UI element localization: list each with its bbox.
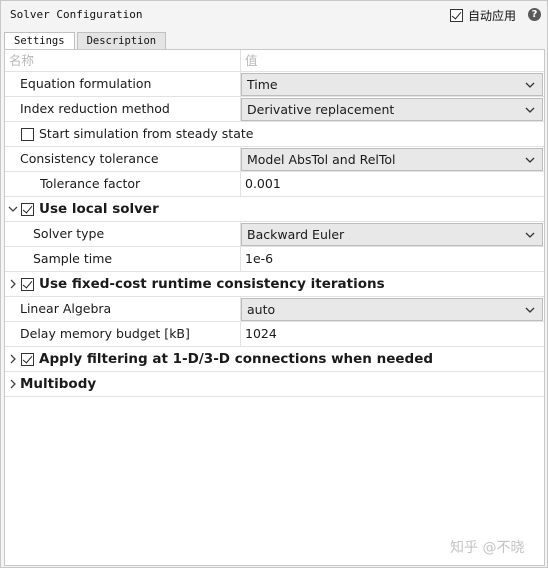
selected-value: Derivative replacement (247, 102, 395, 117)
chevron-down-icon (525, 82, 535, 88)
property-label: Tolerance factor (40, 176, 141, 191)
solver-type-select[interactable]: Backward Euler (241, 223, 543, 246)
property-row-use-local-solver: Use local solver (5, 197, 544, 222)
column-header-value: 值 (245, 53, 258, 68)
column-divider (240, 322, 241, 346)
auto-apply-toggle[interactable]: 自动应用 (450, 7, 516, 23)
chevron-right-icon[interactable] (8, 378, 18, 390)
section-label: Multibody (20, 376, 97, 392)
index-reduction-select[interactable]: Derivative replacement (241, 98, 543, 121)
fixed-cost-checkbox[interactable] (21, 278, 34, 291)
property-row-fixed-cost: Use fixed-cost runtime consistency itera… (5, 272, 544, 297)
chevron-down-icon (525, 107, 535, 113)
tolerance-factor-input[interactable]: 0.001 (245, 176, 281, 192)
section-label: Use fixed-cost runtime consistency itera… (39, 276, 385, 292)
use-local-solver-checkbox[interactable] (21, 203, 34, 216)
property-row-tolerance-factor: Tolerance factor 0.001 (5, 172, 544, 197)
column-divider (240, 247, 241, 271)
property-label: Start simulation from steady state (39, 126, 254, 141)
column-divider (240, 50, 241, 71)
tab-description[interactable]: Description (76, 32, 167, 50)
property-row-consistency-tolerance: Consistency tolerance Model AbsTol and R… (5, 147, 544, 172)
property-label: Sample time (33, 251, 113, 266)
delay-memory-input[interactable]: 1024 (245, 326, 277, 342)
property-row-delay-memory: Delay memory budget [kB] 1024 (5, 322, 544, 347)
property-row-apply-filtering: Apply filtering at 1-D/3-D connections w… (5, 347, 544, 372)
selected-value: auto (247, 302, 276, 317)
auto-apply-checkbox[interactable] (450, 8, 463, 22)
chevron-down-icon (525, 232, 535, 238)
apply-filtering-checkbox[interactable] (21, 353, 34, 366)
property-row-sample-time: Sample time 1e-6 (5, 247, 544, 272)
property-row-index-reduction: Index reduction method Derivative replac… (5, 97, 544, 122)
column-header-name: 名称 (9, 53, 35, 68)
section-label: Use local solver (39, 201, 159, 217)
chevron-down-icon (525, 307, 535, 313)
property-label: Delay memory budget [kB] (20, 326, 190, 341)
property-label: Index reduction method (20, 101, 170, 116)
property-row-steady-state: Start simulation from steady state (5, 122, 544, 147)
property-label: Solver type (33, 226, 105, 241)
tab-bar: Settings Description (4, 32, 168, 51)
property-row-equation-formulation: Equation formulation Time (5, 72, 544, 97)
property-row-linear-algebra: Linear Algebra auto (5, 297, 544, 322)
help-icon[interactable]: ? (528, 8, 541, 21)
chevron-down-icon (525, 157, 535, 163)
consistency-tolerance-select[interactable]: Model AbsTol and RelTol (241, 148, 543, 171)
selected-value: Backward Euler (247, 227, 345, 242)
sample-time-input[interactable]: 1e-6 (245, 251, 273, 267)
section-label: Apply filtering at 1-D/3-D connections w… (39, 351, 434, 367)
solver-configuration-window: Solver Configuration 自动应用 ? Settings Des… (0, 0, 548, 568)
title-bar: Solver Configuration 自动应用 ? (1, 1, 547, 29)
property-row-solver-type: Solver type Backward Euler (5, 222, 544, 247)
chevron-right-icon[interactable] (8, 353, 18, 365)
linear-algebra-select[interactable]: auto (241, 298, 543, 321)
equation-formulation-select[interactable]: Time (241, 73, 543, 96)
property-grid: 名称 值 Equation formulation Time Index red… (4, 49, 545, 566)
steady-state-checkbox[interactable] (21, 128, 34, 141)
property-label: Linear Algebra (20, 301, 112, 316)
chevron-down-icon[interactable] (8, 203, 18, 215)
property-label: Consistency tolerance (20, 151, 159, 166)
chevron-right-icon[interactable] (8, 278, 18, 290)
selected-value: Time (247, 77, 278, 92)
auto-apply-label: 自动应用 (468, 8, 517, 23)
property-row-multibody[interactable]: Multibody (5, 372, 544, 397)
property-grid-header: 名称 值 (5, 50, 544, 72)
property-label: Equation formulation (20, 76, 152, 91)
column-divider (240, 172, 241, 196)
selected-value: Model AbsTol and RelTol (247, 152, 396, 167)
watermark-text: 知乎 @不晓 (450, 540, 525, 556)
window-title: Solver Configuration (10, 8, 143, 21)
